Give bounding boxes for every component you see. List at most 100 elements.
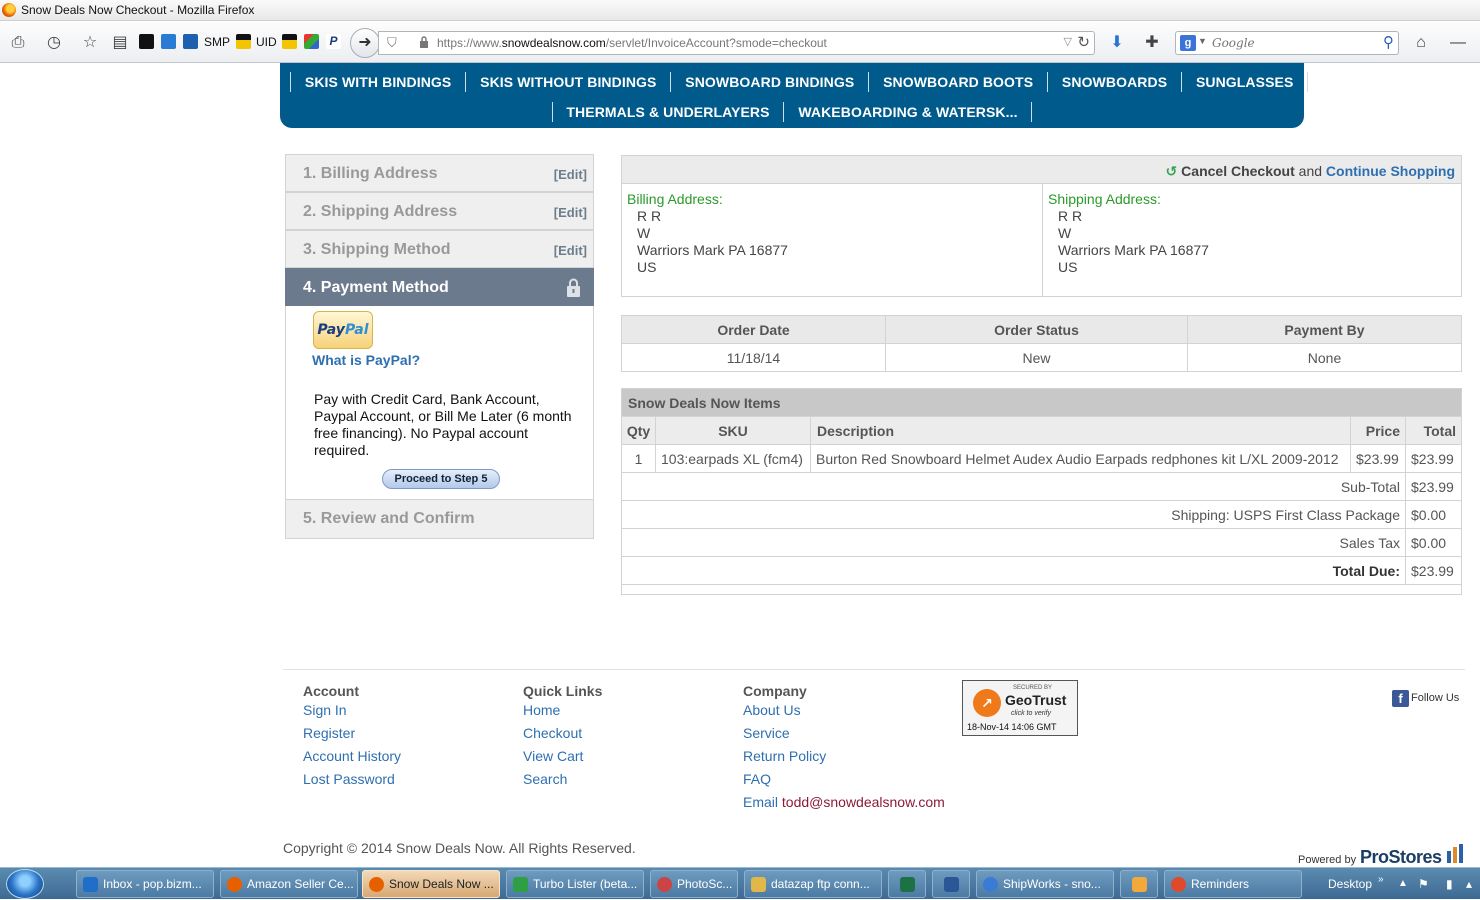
- taskbar-item[interactable]: Reminders: [1164, 870, 1302, 898]
- bookmark-smp[interactable]: SMP: [204, 35, 230, 49]
- search-engine-dropdown-icon[interactable]: ▼: [1198, 36, 1207, 46]
- bookmark-uid[interactable]: UID: [256, 35, 277, 49]
- footer-link[interactable]: Home: [523, 702, 602, 725]
- order-status: New: [885, 343, 1188, 372]
- category-row-1: SKIS WITH BINDINGS SKIS WITHOUT BINDINGS…: [280, 72, 1309, 102]
- paypal-logo[interactable]: PayPal: [313, 311, 373, 349]
- edit-link[interactable]: [Edit]: [554, 205, 587, 220]
- footer-link[interactable]: Search: [523, 771, 602, 794]
- geotrust-date: 18-Nov-14 14:06 GMT: [967, 722, 1057, 732]
- bookmark-icon[interactable]: [236, 34, 251, 49]
- edit-link[interactable]: [Edit]: [554, 243, 587, 258]
- taskbar-item-media[interactable]: [1120, 870, 1158, 898]
- step-label: 1. Billing Address: [303, 165, 438, 182]
- taskbar-item[interactable]: Turbo Lister (beta...: [506, 870, 644, 898]
- step-shipping-address[interactable]: 2. Shipping Address [Edit]: [285, 192, 594, 230]
- taskbar-item[interactable]: ShipWorks - sno...: [976, 870, 1114, 898]
- footer-link[interactable]: Return Policy: [743, 748, 945, 771]
- footer-link[interactable]: Service: [743, 725, 945, 748]
- proceed-to-step-5-button[interactable]: Proceed to Step 5: [382, 469, 500, 489]
- google-icon[interactable]: g: [1180, 35, 1196, 51]
- bookmark-icon[interactable]: [304, 34, 319, 49]
- category-link[interactable]: THERMALS & UNDERLAYERS: [566, 104, 769, 120]
- facebook-icon[interactable]: f: [1392, 689, 1409, 707]
- double-chevron-icon[interactable]: »: [1378, 868, 1384, 900]
- footer-link[interactable]: FAQ: [743, 771, 945, 794]
- paypal-bookmark-icon[interactable]: P: [326, 34, 341, 49]
- footer-link[interactable]: About Us: [743, 702, 945, 725]
- battery-icon[interactable]: ▮: [1446, 868, 1453, 900]
- payment-description: Pay with Credit Card, Bank Account, Payp…: [314, 391, 572, 458]
- history-icon[interactable]: ◷: [44, 33, 64, 53]
- follow-us[interactable]: f Follow Us: [1392, 689, 1459, 707]
- taskbar-item-excel[interactable]: [888, 870, 926, 898]
- table-footer-row: [621, 584, 1462, 595]
- follow-us-label[interactable]: Follow Us: [1411, 692, 1459, 704]
- home-icon[interactable]: ⌂: [1411, 33, 1431, 53]
- bookmark-icon[interactable]: [282, 34, 297, 49]
- subtotal-value: $23.99: [1405, 472, 1462, 501]
- step-label: 4. Payment Method: [303, 279, 449, 296]
- address-box: ↺ Cancel Checkout and Continue Shopping B…: [621, 155, 1462, 297]
- bookmarks-list-icon[interactable]: ▤: [110, 33, 130, 53]
- reload-icon[interactable]: ↻: [1077, 33, 1090, 51]
- column-header: Description: [810, 416, 1351, 445]
- edit-link[interactable]: [Edit]: [554, 167, 587, 182]
- window-title: Snow Deals Now Checkout - Mozilla Firefo…: [21, 3, 255, 17]
- category-link[interactable]: WAKEBOARDING & WATERSK...: [798, 104, 1017, 120]
- item-qty: 1: [621, 444, 656, 473]
- excel-icon: [900, 877, 915, 892]
- action-center-flag-icon[interactable]: ⚑: [1418, 868, 1429, 900]
- search-input[interactable]: [1210, 34, 1370, 52]
- category-link[interactable]: SNOWBOARDS: [1062, 74, 1167, 90]
- url-dropdown-icon[interactable]: ▽: [1064, 35, 1072, 48]
- category-link[interactable]: SKIS WITHOUT BINDINGS: [480, 74, 656, 90]
- bookmark-star-icon[interactable]: ☆: [80, 33, 100, 53]
- bookmark-icon[interactable]: [183, 34, 198, 49]
- category-link[interactable]: SUNGLASSES: [1196, 74, 1293, 90]
- desktop-toolbar[interactable]: Desktop: [1328, 868, 1372, 900]
- taskbar-item[interactable]: Inbox - pop.bizm...: [76, 870, 214, 898]
- url-text[interactable]: https://www.snowdealsnow.com/servlet/Inv…: [437, 36, 827, 50]
- email-link[interactable]: todd@snowdealsnow.com: [782, 794, 945, 810]
- amazon-bookmark-icon[interactable]: [139, 34, 154, 49]
- browser-toolbar: ⎙ ◷ ☆ ▤ SMP UID P ➜ ⛉ https://www.snowde…: [0, 22, 1480, 63]
- word-icon: [944, 877, 959, 892]
- taskbar-item-word[interactable]: [932, 870, 970, 898]
- search-bar[interactable]: g ▼ ⚲: [1175, 31, 1399, 55]
- footer-link[interactable]: Sign In: [303, 702, 401, 725]
- item-description: Burton Red Snowboard Helmet Audex Audio …: [810, 444, 1351, 473]
- step-shipping-method[interactable]: 3. Shipping Method [Edit]: [285, 230, 594, 268]
- taskbar-item[interactable]: datazap ftp conn...: [744, 870, 882, 898]
- turbo-lister-icon: [513, 877, 528, 892]
- category-link[interactable]: SNOWBOARD BOOTS: [883, 74, 1033, 90]
- footer-link[interactable]: Lost Password: [303, 771, 401, 794]
- what-is-paypal-link[interactable]: What is PayPal?: [312, 352, 420, 368]
- geotrust-seal[interactable]: SECURED BY ↗ GeoTrust click to verify 18…: [962, 680, 1078, 736]
- tray-up-arrow-icon[interactable]: ▲: [1398, 868, 1408, 900]
- url-bar[interactable]: ⛉ https://www.snowdealsnow.com/servlet/I…: [378, 31, 1095, 55]
- bookmark-icon[interactable]: [161, 34, 176, 49]
- footer-link[interactable]: Register: [303, 725, 401, 748]
- back-button[interactable]: ➜: [350, 28, 380, 58]
- print-icon[interactable]: ⎙: [8, 33, 28, 53]
- menu-minus-icon[interactable]: —: [1448, 33, 1468, 53]
- cancel-checkout-link[interactable]: Cancel Checkout: [1181, 163, 1295, 179]
- taskbar-item[interactable]: PhotoSc...: [650, 870, 738, 898]
- category-link[interactable]: SKIS WITH BINDINGS: [305, 74, 451, 90]
- prostores-logo[interactable]: ProStores: [1360, 847, 1442, 867]
- footer-link[interactable]: Checkout: [523, 725, 602, 748]
- continue-shopping-link[interactable]: Continue Shopping: [1326, 163, 1455, 179]
- taskbar-item[interactable]: Snow Deals Now ...: [362, 870, 500, 898]
- download-icon[interactable]: ⬇: [1107, 33, 1127, 53]
- search-icon[interactable]: ⚲: [1383, 33, 1394, 51]
- category-link[interactable]: SNOWBOARD BINDINGS: [685, 74, 854, 90]
- addons-puzzle-icon[interactable]: ✚: [1142, 33, 1162, 53]
- footer-link[interactable]: View Cart: [523, 748, 602, 771]
- start-button[interactable]: [6, 869, 44, 899]
- lock-icon: [420, 36, 428, 48]
- step-billing-address[interactable]: 1. Billing Address [Edit]: [285, 154, 594, 192]
- taskbar-item[interactable]: Amazon Seller Ce...: [220, 870, 358, 898]
- footer-link[interactable]: Account History: [303, 748, 401, 771]
- signal-icon[interactable]: ▴: [1466, 868, 1472, 900]
